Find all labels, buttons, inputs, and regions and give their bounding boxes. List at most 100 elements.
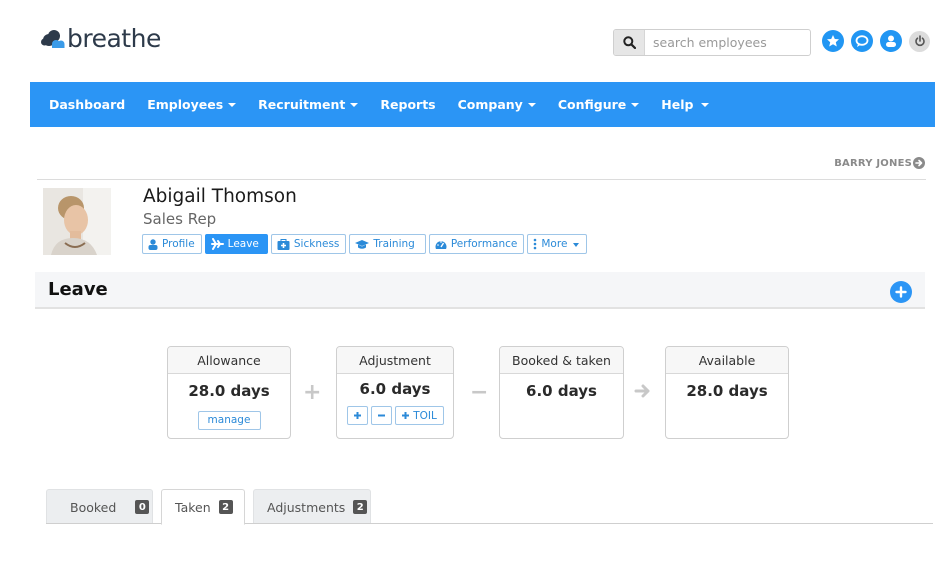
employee-tabs: Profile Leave Sickness Training Performa…	[142, 234, 588, 254]
booked-taken-card: Booked & taken 6.0 days	[499, 346, 624, 439]
tab-booked[interactable]: Booked 0	[46, 489, 153, 524]
count-badge: 0	[135, 500, 150, 514]
booked-taken-value: 6.0 days	[526, 382, 597, 400]
search-input[interactable]	[645, 30, 810, 55]
current-user-name: BARRY JONES	[834, 157, 912, 169]
cloud-logo-icon	[41, 29, 65, 48]
tab-label: Leave	[227, 238, 259, 250]
my-account-button[interactable]	[880, 30, 902, 52]
nav-label: Help	[661, 97, 694, 112]
tab-label: Training	[373, 238, 415, 250]
vertical-ellipsis-icon	[534, 238, 537, 250]
card-title: Allowance	[168, 347, 290, 374]
nav-label: Dashboard	[49, 97, 126, 112]
leave-list-tabs: Booked 0 Taken 2 Adjustments 2	[46, 489, 371, 525]
adjustment-value: 6.0 days	[359, 380, 431, 398]
tab-performance[interactable]: Performance	[428, 234, 525, 254]
manage-allowance-button[interactable]: manage	[197, 410, 261, 430]
tab-leave[interactable]: Leave	[204, 234, 268, 254]
caret-down-icon	[631, 103, 640, 107]
search-button[interactable]	[614, 30, 645, 55]
brand-name: breathe	[67, 24, 161, 53]
caret-down-icon	[350, 103, 359, 107]
tab-label: Performance	[450, 238, 518, 250]
divider	[37, 179, 926, 180]
section-title: Leave	[48, 279, 108, 300]
caret-down-icon	[573, 242, 580, 247]
tab-taken[interactable]: Taken 2	[161, 489, 245, 525]
toil-label: TOIL	[413, 409, 437, 422]
adjustment-card: Adjustment 6.0 days TOIL	[336, 346, 454, 439]
tab-label: More	[541, 238, 568, 250]
nav-label: Configure	[557, 97, 627, 112]
nav-employees[interactable]: Employees	[147, 97, 237, 112]
nav-label: Recruitment	[258, 97, 346, 112]
card-title: Adjustment	[337, 347, 453, 374]
count-badge: 2	[353, 500, 368, 514]
nav-configure[interactable]: Configure	[557, 97, 640, 112]
allowance-card: Allowance 28.0 days manage	[167, 346, 291, 439]
tab-more[interactable]: More	[527, 234, 588, 254]
arrow-right-icon	[634, 381, 652, 406]
user-icon	[886, 35, 896, 47]
dashboard-icon	[435, 240, 447, 249]
employee-role: Sales Rep	[143, 210, 217, 228]
tab-adjustments[interactable]: Adjustments 2	[253, 489, 371, 524]
medkit-icon	[277, 238, 290, 250]
current-user-link[interactable]: BARRY JONES	[834, 157, 925, 169]
employee-search	[613, 29, 811, 56]
tab-training[interactable]: Training	[349, 234, 426, 254]
tab-sickness[interactable]: Sickness	[270, 234, 347, 254]
available-value: 28.0 days	[686, 382, 768, 400]
logout-button[interactable]	[909, 30, 930, 52]
count-badge: 2	[218, 500, 233, 514]
tab-label: Taken	[175, 499, 211, 515]
plus-operator-icon: +	[303, 380, 322, 405]
graduation-cap-icon	[355, 239, 370, 249]
arrow-circle-right-icon	[913, 157, 925, 169]
tab-label: Profile	[162, 238, 195, 250]
tab-profile[interactable]: Profile	[142, 234, 202, 254]
favorites-button[interactable]	[822, 30, 844, 52]
user-icon	[148, 238, 158, 250]
power-icon	[914, 35, 925, 47]
nav-label: Employees	[147, 97, 224, 112]
plus-icon	[402, 412, 410, 419]
nav-company[interactable]: Company	[458, 97, 536, 112]
caret-down-icon	[228, 103, 237, 107]
add-adjustment-button[interactable]	[346, 406, 368, 425]
tab-label: Booked	[70, 499, 117, 515]
star-icon	[827, 35, 839, 47]
card-title: Booked & taken	[500, 347, 623, 374]
nav-help[interactable]: Help	[661, 97, 710, 112]
nav-label: Company	[457, 97, 523, 112]
plus-icon	[353, 412, 361, 419]
employee-name: Abigail Thomson	[143, 186, 297, 207]
employee-avatar	[43, 188, 111, 255]
subtract-adjustment-button[interactable]	[370, 406, 392, 425]
allowance-value: 28.0 days	[188, 382, 270, 400]
leave-section-header: Leave	[35, 272, 925, 309]
nav-dashboard[interactable]: Dashboard	[49, 97, 125, 112]
card-title: Available	[666, 347, 788, 374]
add-toil-button[interactable]: TOIL	[394, 406, 444, 425]
minus-operator-icon: −	[470, 380, 489, 405]
add-leave-button[interactable]	[890, 281, 912, 303]
plus-icon	[895, 286, 907, 298]
top-icon-bar	[822, 30, 930, 52]
nav-recruitment[interactable]: Recruitment	[258, 97, 359, 112]
brand-logo[interactable]: breathe	[41, 24, 161, 53]
plane-icon	[210, 238, 224, 250]
main-nav: Dashboard Employees Recruitment Reports …	[30, 82, 935, 127]
available-card: Available 28.0 days	[665, 346, 789, 439]
search-icon	[622, 36, 636, 49]
caret-down-icon	[527, 103, 536, 107]
nav-reports[interactable]: Reports	[380, 97, 435, 112]
nav-label: Reports	[380, 97, 436, 112]
minus-icon	[377, 414, 385, 417]
messages-button[interactable]	[851, 30, 873, 52]
chat-icon	[855, 35, 869, 47]
tab-label: Adjustments	[267, 499, 346, 515]
caret-down-icon	[701, 103, 710, 107]
tab-label: Sickness	[293, 238, 340, 250]
